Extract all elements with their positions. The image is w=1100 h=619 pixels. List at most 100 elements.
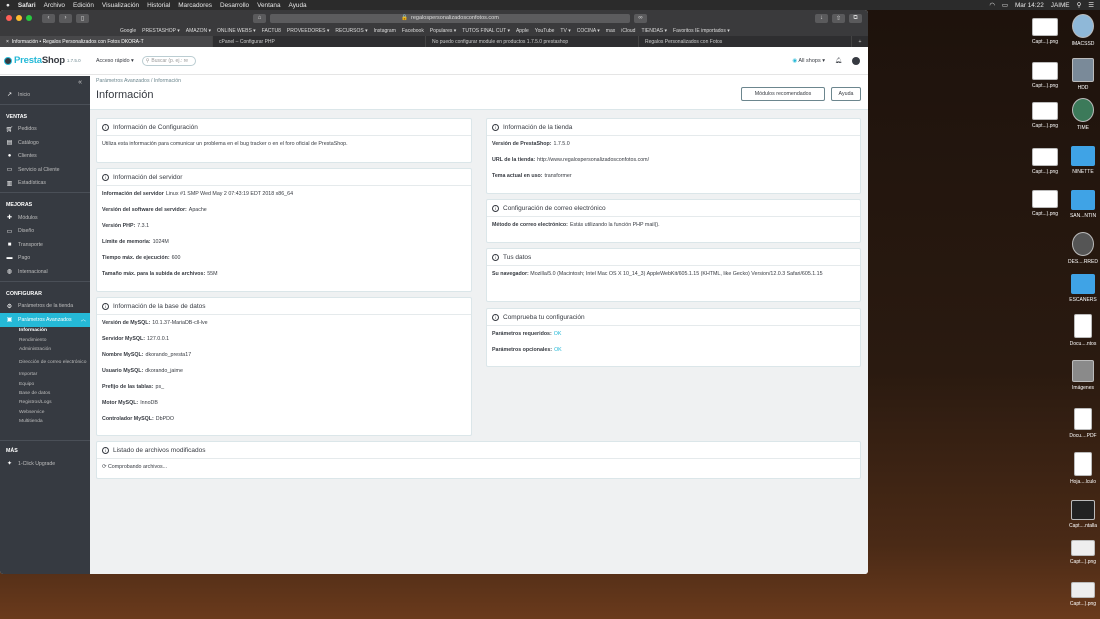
address-bar[interactable]: 🔒 regalospersonalizadosconfotos.com (270, 13, 630, 23)
new-tab-button[interactable]: + (852, 36, 868, 47)
home-icon[interactable]: ⌂ (253, 13, 266, 23)
sidebar-subitem-registros[interactable]: Registros/Logs (0, 398, 90, 407)
sidebar-item-inicio[interactable]: ↗ Inicio (0, 88, 90, 102)
all-shops-selector[interactable]: ◉ All shops ▾ (792, 58, 825, 64)
bookmark-item[interactable]: FACTU8 (262, 28, 281, 34)
bookmark-item[interactable]: Apple (516, 28, 529, 34)
sidebar-item-pedidos[interactable]: 🛒︎ Pedidos (0, 123, 90, 137)
menu-archivo[interactable]: Archivo (44, 2, 65, 9)
downloads-icon[interactable]: ↓ (815, 13, 828, 23)
desktop-drive-imacssd[interactable]: IMACSSD (1066, 14, 1100, 47)
bookmark-item[interactable]: AMAZON ▾ (186, 28, 211, 34)
bookmark-item[interactable]: Instagram (374, 28, 396, 34)
close-tab-icon[interactable]: × (6, 39, 9, 45)
menu-ventana[interactable]: Ventana (257, 2, 280, 9)
desktop-file-captura-pantalla[interactable]: Capt....ntalla (1066, 500, 1100, 529)
spotlight-icon[interactable]: ⚲ (1077, 1, 1082, 9)
bookmark-item[interactable]: PRESTASHOP ▾ (142, 28, 180, 34)
bookmark-item[interactable]: PROVEEDORES ▾ (287, 28, 330, 34)
desktop-folder-san[interactable]: SAN...NTIN (1066, 190, 1100, 219)
sidebar-item-diseno[interactable]: ▭ Diseño (0, 225, 90, 239)
close-window-button[interactable] (6, 15, 12, 21)
menubar-user[interactable]: JAIME (1051, 2, 1070, 9)
battery-icon[interactable]: ▭ (1002, 1, 1008, 9)
bookmark-item[interactable]: TV ▾ (560, 28, 570, 34)
desktop-doc-imagenes[interactable]: Imágenes (1066, 360, 1100, 391)
bookmark-item[interactable]: TUTOS FINAL CUT ▾ (462, 28, 510, 34)
search-input[interactable]: Buscar (p. ej.: re (151, 58, 188, 64)
menu-marcadores[interactable]: Marcadores (178, 2, 212, 9)
quick-access-menu[interactable]: Acceso rápido ▾ (96, 58, 134, 64)
desktop-file-screenshot[interactable]: Capt...).png (1066, 582, 1100, 607)
tabs-overview-icon[interactable]: ⧉ (849, 13, 862, 23)
sidebar-item-catalogo[interactable]: ▤ Catálogo (0, 136, 90, 150)
desktop-doc-hoja-calculo[interactable]: Hoja....lculo (1066, 452, 1100, 485)
extension-icon[interactable]: ∞ (634, 13, 647, 23)
bookmark-item[interactable]: Favoritos IE importados ▾ (673, 28, 730, 34)
bookmark-item[interactable]: ONLINE WEBS ▾ (217, 28, 256, 34)
sidebar-item-servicio[interactable]: ▭ Servicio al Cliente (0, 163, 90, 177)
collapse-sidebar-icon[interactable]: « (0, 76, 90, 88)
desktop-file-screenshot[interactable]: Capt...).png (1020, 102, 1070, 129)
share-icon[interactable]: ⇧ (832, 13, 845, 23)
sidebar-item-transporte[interactable]: ■ Transporte (0, 238, 90, 252)
desktop-doc-pdf[interactable]: Docu....PDF (1066, 408, 1100, 439)
menubar-clock[interactable]: Mar 14:22 (1015, 2, 1044, 9)
bookmark-item[interactable]: COCINA ▾ (577, 28, 600, 34)
browser-tab-cpanel[interactable]: cPanel – Configurar PHP (213, 36, 426, 47)
notification-center-icon[interactable]: ☰ (1088, 1, 1094, 9)
wifi-icon[interactable]: ◠ (989, 1, 995, 9)
user-avatar-icon[interactable] (852, 56, 860, 65)
search-box[interactable]: ⚲ Buscar (p. ej.: re (141, 55, 196, 66)
menu-historial[interactable]: Historial (147, 2, 170, 9)
notifications-bell-icon[interactable]: 🔔︎ (835, 58, 842, 64)
browser-tab-forum[interactable]: No puedo configurar module en productos … (426, 36, 639, 47)
sidebar-item-internacional[interactable]: ◍ Internacional (0, 265, 90, 279)
desktop-folder-ninette[interactable]: NINETTE (1066, 146, 1100, 175)
recommended-modules-button[interactable]: Módulos recomendados (741, 87, 825, 101)
sidebar-subitem-administracion[interactable]: Administración (0, 345, 90, 354)
desktop-file-screenshot[interactable]: Capt...).png (1020, 190, 1070, 217)
sidebar-subitem-multitienda[interactable]: Multitienda (0, 417, 90, 426)
sidebar-subitem-correo[interactable]: Dirección de correo electrónico (0, 354, 90, 370)
sidebar-item-upgrade[interactable]: ✦ 1-Click Upgrade (0, 457, 90, 471)
bookmark-item[interactable]: YouTube (535, 28, 555, 34)
sidebar-item-modulos[interactable]: ✚ Módulos (0, 211, 90, 225)
desktop-file-screenshot[interactable]: Capt...).png (1020, 148, 1070, 175)
sidebar-item-parametros-avanzados[interactable]: ▣ Parámetros Avanzados ︿ (0, 313, 90, 327)
desktop-drive-hdd[interactable]: HDD (1066, 58, 1100, 91)
desktop-file-screenshot[interactable]: Capt...).png (1020, 62, 1070, 89)
zoom-window-button[interactable] (26, 15, 32, 21)
bookmark-item[interactable]: Google (120, 28, 136, 34)
desktop-folder-escaners[interactable]: ESCANERS (1066, 274, 1100, 303)
help-button[interactable]: Ayuda (831, 87, 861, 101)
sidebar-subitem-rendimiento[interactable]: Rendimiento (0, 336, 90, 345)
desktop-file-screenshot[interactable]: Capt...).png (1020, 18, 1070, 45)
desktop-doc-documentos[interactable]: Docu....ntos (1066, 314, 1100, 347)
bookmark-item[interactable]: iCloud (621, 28, 635, 34)
desktop-drive-time[interactable]: TIME (1066, 98, 1100, 131)
sidebar-item-clientes[interactable]: ● Clientes (0, 150, 90, 164)
forward-button[interactable]: › (59, 13, 72, 23)
bookmark-item[interactable]: TIENDAS ▾ (641, 28, 667, 34)
sidebar-subitem-equipo[interactable]: Equipo (0, 380, 90, 389)
apple-menu-icon[interactable]: ● (6, 2, 10, 9)
desktop-file-screenshot[interactable]: Capt...).png (1066, 540, 1100, 565)
browser-tab-store[interactable]: Regalos Personalizados con Fotos (639, 36, 852, 47)
sidebar-toggle-icon[interactable]: ▯ (76, 13, 89, 23)
minimize-window-button[interactable] (16, 15, 22, 21)
prestashop-logo[interactable]: PrestaShop 1.7.5.0 (0, 55, 90, 66)
desktop-drive-des[interactable]: DES....RRED (1066, 232, 1100, 265)
bookmark-item[interactable]: Populares ▾ (430, 28, 456, 34)
sidebar-subitem-informacion[interactable]: Información (0, 327, 90, 336)
sidebar-item-estadisticas[interactable]: ▥ Estadísticas (0, 177, 90, 191)
sidebar-item-pago[interactable]: ▬ Pago (0, 252, 90, 266)
browser-tab-informacion[interactable]: × Información • Regalos Personalizados co… (0, 36, 213, 47)
sidebar-item-parametros-tienda[interactable]: ⚙ Parámetros de la tienda (0, 300, 90, 314)
sidebar-subitem-webservice[interactable]: Webservice (0, 408, 90, 417)
menu-ayuda[interactable]: Ayuda (289, 2, 307, 9)
sidebar-subitem-base-datos[interactable]: Base de datos (0, 389, 90, 398)
bookmark-item[interactable]: max (606, 28, 615, 34)
bookmark-item[interactable]: RECURSOS ▾ (335, 28, 367, 34)
menu-edicion[interactable]: Edición (73, 2, 94, 9)
